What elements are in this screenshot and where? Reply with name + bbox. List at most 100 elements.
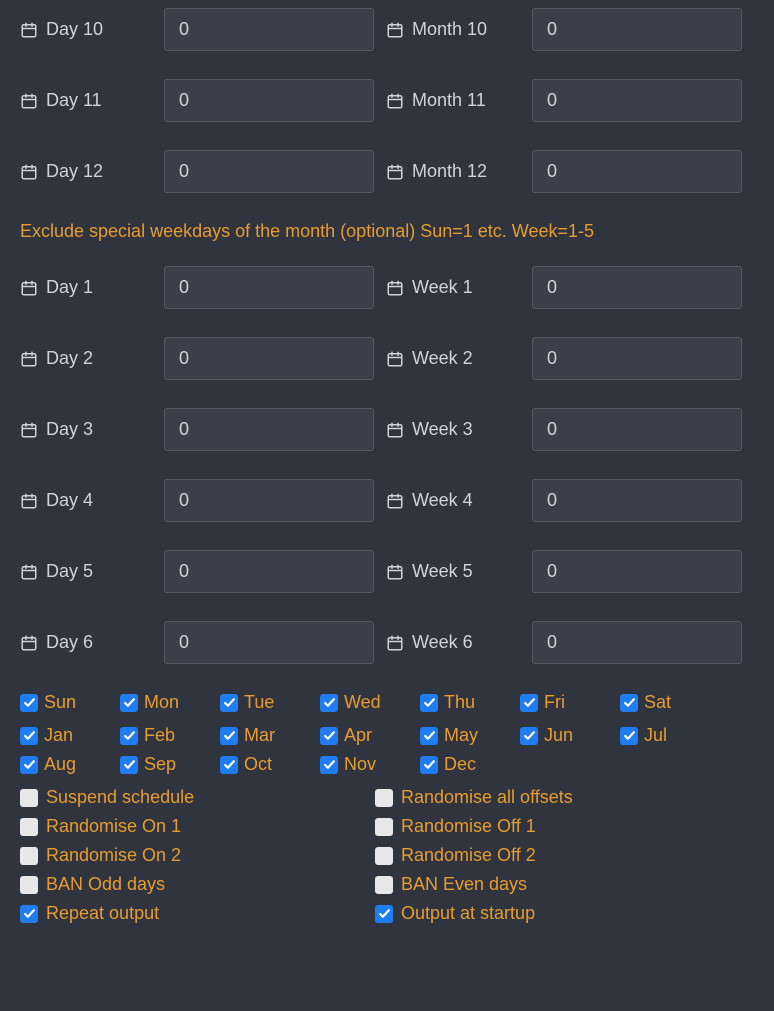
checkbox-label[interactable]: Fri: [544, 692, 565, 713]
number-input[interactable]: [164, 79, 374, 122]
field-label: Day 10: [46, 19, 103, 40]
checkbox-label[interactable]: BAN Even days: [401, 874, 527, 895]
checkbox-month[interactable]: [220, 756, 238, 774]
number-input[interactable]: [532, 337, 742, 380]
checkbox-label[interactable]: Randomise all offsets: [401, 787, 573, 808]
checkbox-option[interactable]: [20, 876, 38, 894]
checkbox-label[interactable]: Repeat output: [46, 903, 159, 924]
field-label: Day 2: [46, 348, 93, 369]
checkbox-label[interactable]: May: [444, 725, 478, 746]
checkbox-day[interactable]: [420, 694, 438, 712]
checkbox-option[interactable]: [375, 789, 393, 807]
checkbox-label[interactable]: Randomise Off 1: [401, 816, 536, 837]
calendar-icon: [20, 163, 38, 181]
field-label: Day 3: [46, 419, 93, 440]
checkbox-option[interactable]: [20, 847, 38, 865]
field-label: Month 12: [412, 161, 487, 182]
checkbox-option[interactable]: [375, 905, 393, 923]
checkbox-label[interactable]: Randomise Off 2: [401, 845, 536, 866]
field-label: Day 4: [46, 490, 93, 511]
number-input[interactable]: [532, 8, 742, 51]
checkbox-day[interactable]: [620, 694, 638, 712]
checkbox-label[interactable]: Jul: [644, 725, 667, 746]
checkbox-option[interactable]: [375, 818, 393, 836]
checkbox-label[interactable]: Mon: [144, 692, 179, 713]
checkbox-label[interactable]: Sep: [144, 754, 176, 775]
month-group: Jan Feb Mar Apr May Jun Jul Aug Sep Oct Nov Dec: [20, 725, 754, 783]
number-input[interactable]: [164, 550, 374, 593]
calendar-icon: [20, 563, 38, 581]
calendar-icon: [386, 634, 404, 652]
checkbox-label[interactable]: Randomise On 1: [46, 816, 181, 837]
checkbox-label[interactable]: Jan: [44, 725, 73, 746]
number-input[interactable]: [164, 337, 374, 380]
checkbox-label[interactable]: Jun: [544, 725, 573, 746]
input-row: Day 6Week 6: [20, 621, 754, 664]
checkbox-month[interactable]: [20, 727, 38, 745]
checkbox-label[interactable]: Dec: [444, 754, 476, 775]
number-input[interactable]: [164, 621, 374, 664]
number-input[interactable]: [164, 266, 374, 309]
checkbox-option[interactable]: [375, 847, 393, 865]
checkbox-label[interactable]: Sun: [44, 692, 76, 713]
checkbox-month[interactable]: [320, 727, 338, 745]
section-header: Exclude special weekdays of the month (o…: [20, 221, 754, 242]
number-input[interactable]: [532, 550, 742, 593]
calendar-icon: [20, 21, 38, 39]
checkbox-day[interactable]: [520, 694, 538, 712]
field-label: Week 1: [412, 277, 473, 298]
calendar-icon: [20, 492, 38, 510]
calendar-icon: [386, 492, 404, 510]
number-input[interactable]: [532, 150, 742, 193]
checkbox-day[interactable]: [220, 694, 238, 712]
checkbox-day[interactable]: [20, 694, 38, 712]
checkbox-option[interactable]: [20, 789, 38, 807]
checkbox-month[interactable]: [420, 756, 438, 774]
input-row: Day 10Month 10: [20, 8, 754, 51]
field-label: Day 11: [46, 90, 102, 111]
checkbox-day[interactable]: [320, 694, 338, 712]
number-input[interactable]: [532, 621, 742, 664]
number-input[interactable]: [164, 150, 374, 193]
number-input[interactable]: [532, 266, 742, 309]
checkbox-month[interactable]: [420, 727, 438, 745]
checkbox-label[interactable]: Suspend schedule: [46, 787, 194, 808]
checkbox-label[interactable]: Feb: [144, 725, 175, 746]
checkbox-label[interactable]: Sat: [644, 692, 671, 713]
input-row: Day 11Month 11: [20, 79, 754, 122]
checkbox-label[interactable]: Output at startup: [401, 903, 535, 924]
checkbox-label[interactable]: BAN Odd days: [46, 874, 165, 895]
field-label: Day 12: [46, 161, 103, 182]
number-input[interactable]: [164, 8, 374, 51]
checkbox-month[interactable]: [520, 727, 538, 745]
checkbox-label[interactable]: Mar: [244, 725, 275, 746]
checkbox-day[interactable]: [120, 694, 138, 712]
field-label: Day 5: [46, 561, 93, 582]
input-row: Day 4Week 4: [20, 479, 754, 522]
checkbox-label[interactable]: Wed: [344, 692, 381, 713]
checkbox-label[interactable]: Thu: [444, 692, 475, 713]
checkbox-month[interactable]: [220, 727, 238, 745]
calendar-icon: [386, 279, 404, 297]
checkbox-option[interactable]: [20, 818, 38, 836]
checkbox-label[interactable]: Oct: [244, 754, 272, 775]
checkbox-label[interactable]: Nov: [344, 754, 376, 775]
field-label: Week 5: [412, 561, 473, 582]
input-row: Day 5 Week 5: [20, 550, 754, 593]
number-input[interactable]: [532, 79, 742, 122]
checkbox-label[interactable]: Randomise On 2: [46, 845, 181, 866]
checkbox-label[interactable]: Apr: [344, 725, 372, 746]
number-input[interactable]: [164, 408, 374, 451]
number-input[interactable]: [532, 479, 742, 522]
checkbox-month[interactable]: [20, 756, 38, 774]
checkbox-month[interactable]: [620, 727, 638, 745]
checkbox-month[interactable]: [120, 756, 138, 774]
checkbox-option[interactable]: [375, 876, 393, 894]
checkbox-label[interactable]: Tue: [244, 692, 274, 713]
checkbox-month[interactable]: [120, 727, 138, 745]
number-input[interactable]: [532, 408, 742, 451]
number-input[interactable]: [164, 479, 374, 522]
checkbox-label[interactable]: Aug: [44, 754, 76, 775]
checkbox-month[interactable]: [320, 756, 338, 774]
checkbox-option[interactable]: [20, 905, 38, 923]
